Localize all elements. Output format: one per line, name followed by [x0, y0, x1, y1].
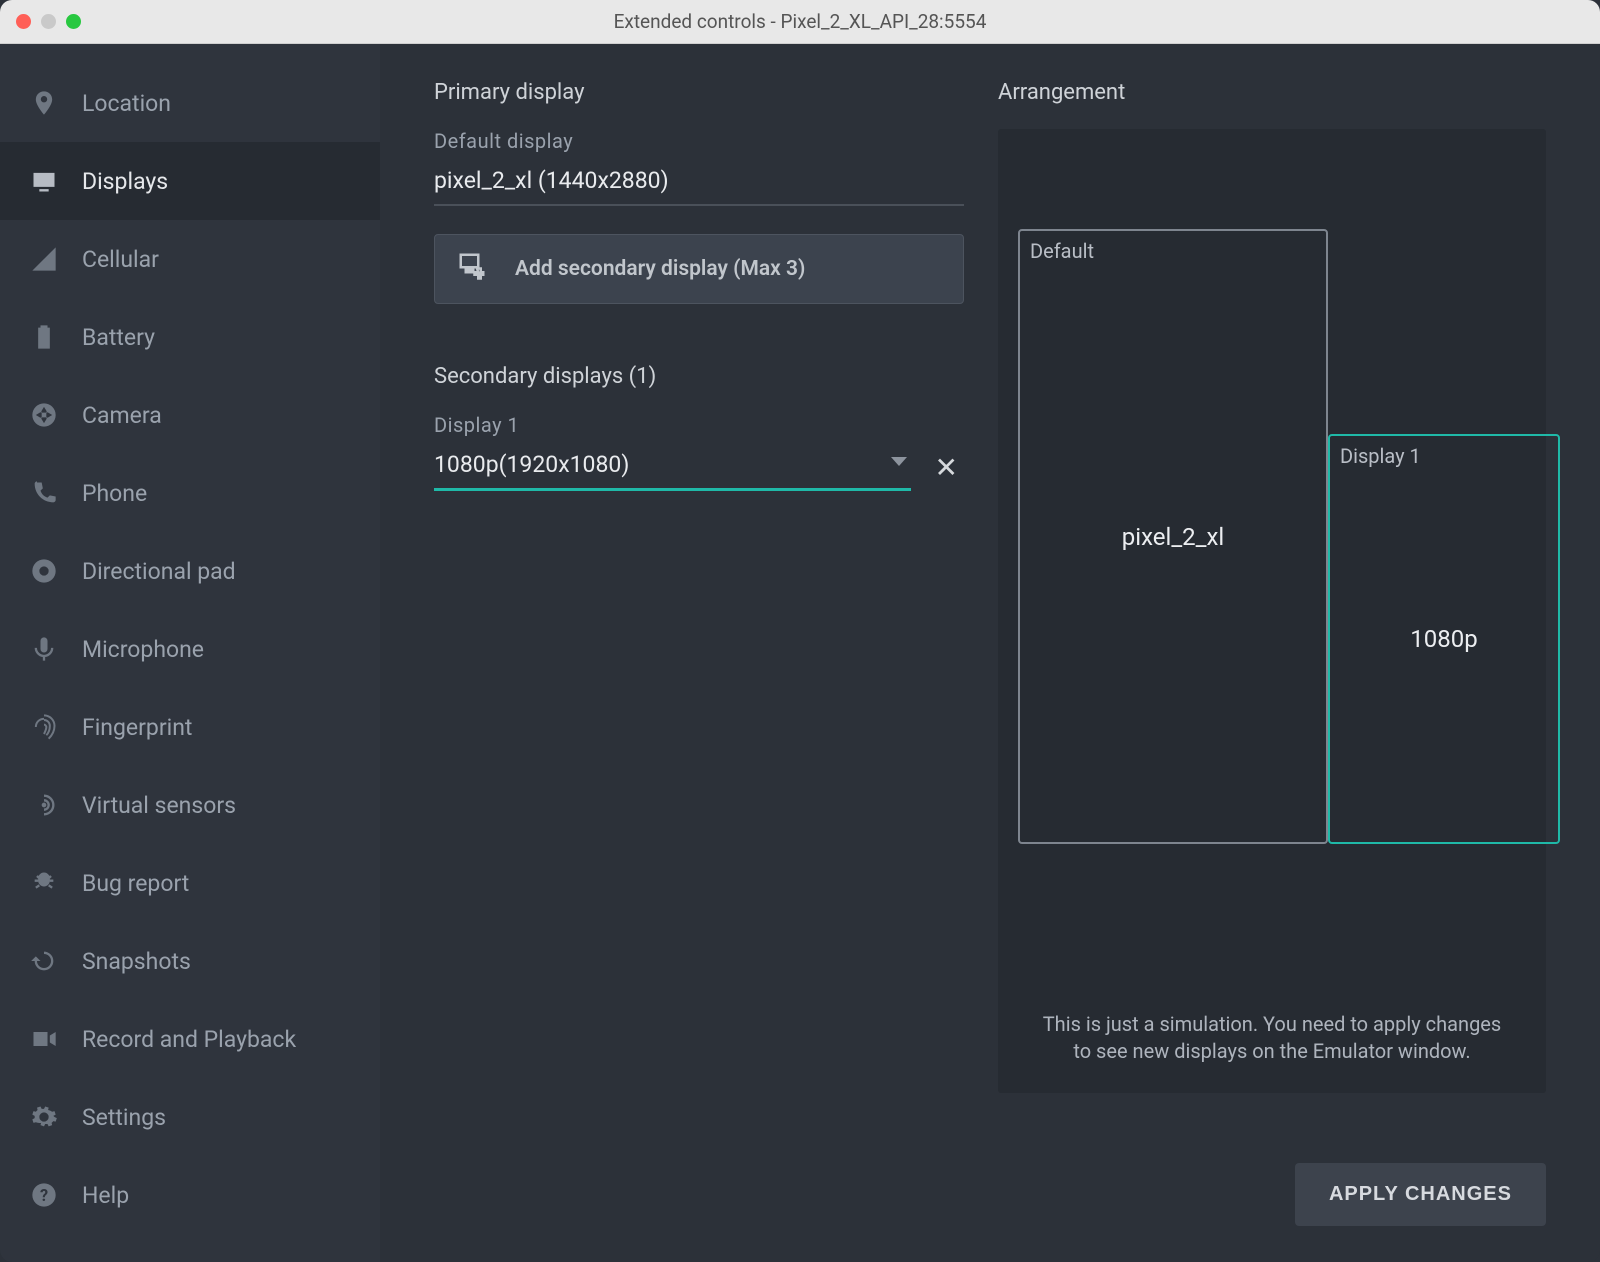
arrangement-default-display[interactable]: Default pixel_2_xl	[1018, 229, 1328, 844]
arrangement-default-label: Default	[1030, 239, 1094, 263]
sidebar-item-cellular[interactable]: Cellular	[0, 220, 380, 298]
svg-text:?: ?	[40, 1186, 48, 1205]
display-1-row: 1080p(1920x1080) ✕	[434, 445, 964, 491]
sidebar-item-snapshots[interactable]: Snapshots	[0, 922, 380, 1000]
sidebar-item-label: Fingerprint	[82, 714, 192, 741]
bug-icon	[30, 869, 58, 897]
sidebar-item-camera[interactable]: Camera	[0, 376, 380, 454]
sidebar-item-label: Help	[82, 1182, 129, 1209]
main-content: Primary display Default display pixel_2_…	[380, 44, 1600, 1262]
remove-display-1-button[interactable]: ✕	[929, 448, 964, 488]
sensors-icon	[30, 791, 58, 819]
sidebar-item-help[interactable]: ? Help	[0, 1156, 380, 1234]
sidebar-item-label: Directional pad	[82, 558, 236, 585]
secondary-displays-section: Secondary displays (1) Display 1 1080p(1…	[434, 364, 964, 491]
apply-changes-button[interactable]: APPLY CHANGES	[1295, 1163, 1546, 1226]
sidebar-item-bug-report[interactable]: Bug report	[0, 844, 380, 922]
add-display-icon	[457, 251, 487, 287]
sidebar-item-label: Cellular	[82, 246, 159, 273]
window-close-button[interactable]	[16, 14, 31, 29]
sidebar-item-label: Snapshots	[82, 948, 191, 975]
sidebar-item-label: Phone	[82, 480, 147, 507]
display-1-label: Display 1	[434, 413, 964, 437]
sidebar-item-dpad[interactable]: Directional pad	[0, 532, 380, 610]
sidebar-item-label: Camera	[82, 402, 162, 429]
sidebar-item-microphone[interactable]: Microphone	[0, 610, 380, 688]
sidebar-item-battery[interactable]: Battery	[0, 298, 380, 376]
help-icon: ?	[30, 1181, 58, 1209]
phone-icon	[30, 479, 58, 507]
arrangement-note: This is just a simulation. You need to a…	[998, 1011, 1546, 1065]
sidebar-item-settings[interactable]: Settings	[0, 1078, 380, 1156]
window: Extended controls - Pixel_2_XL_API_28:55…	[0, 0, 1600, 1262]
primary-display-heading: Primary display	[434, 80, 964, 105]
chevron-down-icon	[891, 457, 907, 466]
record-icon	[30, 1025, 58, 1053]
sidebar-item-label: Bug report	[82, 870, 189, 897]
dpad-icon	[30, 557, 58, 585]
microphone-icon	[30, 635, 58, 663]
sidebar-item-label: Location	[82, 90, 171, 117]
right-column: Arrangement Default pixel_2_xl Display 1…	[998, 80, 1546, 1226]
apply-row: APPLY CHANGES	[998, 1163, 1546, 1226]
sidebar-item-fingerprint[interactable]: Fingerprint	[0, 688, 380, 766]
sidebar-item-label: Settings	[82, 1104, 166, 1131]
arrangement-heading: Arrangement	[998, 80, 1546, 105]
display-1-resolution-select[interactable]: 1080p(1920x1080)	[434, 445, 911, 491]
sidebar-item-phone[interactable]: Phone	[0, 454, 380, 532]
add-secondary-display-button[interactable]: Add secondary display (Max 3)	[434, 234, 964, 304]
sidebar-item-label: Battery	[82, 324, 155, 351]
traffic-lights	[16, 14, 81, 29]
arrangement-default-name: pixel_2_xl	[1122, 523, 1224, 551]
arrangement-secondary-name: 1080p	[1410, 625, 1477, 653]
arrangement-canvas: Default pixel_2_xl Display 1 1080p This …	[998, 129, 1546, 1093]
secondary-displays-heading: Secondary displays (1)	[434, 364, 964, 389]
left-column: Primary display Default display pixel_2_…	[434, 80, 964, 1226]
cellular-icon	[30, 245, 58, 273]
battery-icon	[30, 323, 58, 351]
sidebar-item-label: Microphone	[82, 636, 204, 663]
arrangement-secondary-label: Display 1	[1340, 444, 1421, 468]
sidebar-item-label: Virtual sensors	[82, 792, 236, 819]
arrangement-secondary-display[interactable]: Display 1 1080p	[1328, 434, 1560, 844]
sidebar-item-label: Displays	[82, 168, 168, 195]
snapshots-icon	[30, 947, 58, 975]
sidebar-item-virtual-sensors[interactable]: Virtual sensors	[0, 766, 380, 844]
add-secondary-display-label: Add secondary display (Max 3)	[515, 257, 805, 281]
body: Location Displays Cellular Battery	[0, 44, 1600, 1262]
gear-icon	[30, 1103, 58, 1131]
window-title: Extended controls - Pixel_2_XL_API_28:55…	[614, 10, 987, 33]
location-icon	[30, 89, 58, 117]
default-display-value: pixel_2_xl (1440x2880)	[434, 161, 964, 206]
displays-icon	[30, 167, 58, 195]
camera-icon	[30, 401, 58, 429]
default-display-label: Default display	[434, 129, 964, 153]
titlebar: Extended controls - Pixel_2_XL_API_28:55…	[0, 0, 1600, 44]
window-minimize-button[interactable]	[41, 14, 56, 29]
sidebar-item-record-playback[interactable]: Record and Playback	[0, 1000, 380, 1078]
fingerprint-icon	[30, 713, 58, 741]
sidebar: Location Displays Cellular Battery	[0, 44, 380, 1262]
sidebar-item-label: Record and Playback	[82, 1026, 296, 1053]
display-1-resolution-value: 1080p(1920x1080)	[434, 451, 629, 478]
sidebar-item-location[interactable]: Location	[0, 64, 380, 142]
sidebar-item-displays[interactable]: Displays	[0, 142, 380, 220]
window-maximize-button[interactable]	[66, 14, 81, 29]
